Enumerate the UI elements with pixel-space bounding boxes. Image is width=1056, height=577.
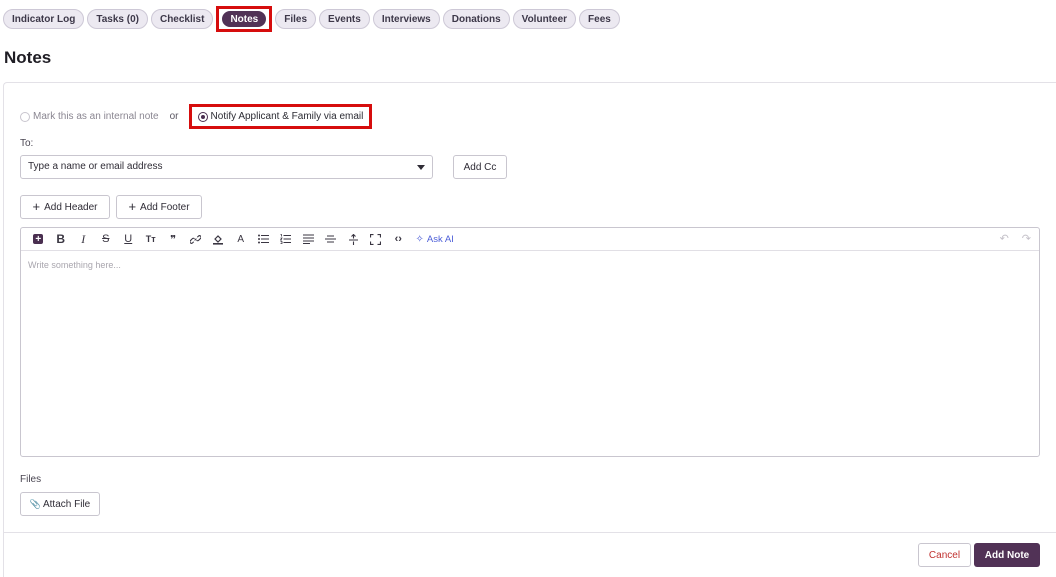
notify-email-label[interactable]: Notify Applicant & Family via email (211, 111, 364, 122)
history-controls: ↶ ↷ (1000, 232, 1031, 245)
strikethrough-icon[interactable]: S (95, 231, 118, 247)
internal-note-radio[interactable] (20, 111, 30, 122)
tab-volunteer[interactable]: Volunteer (512, 9, 577, 29)
tab-donations[interactable]: Donations (442, 9, 510, 29)
notify-email-radio[interactable] (197, 111, 208, 122)
rich-text-editor: + B I S U Tт ❞ A ‹› ✧ Ask AI ↶ ↷ Write s… (20, 227, 1040, 457)
or-separator: or (169, 111, 179, 122)
fullscreen-icon[interactable] (365, 231, 388, 247)
link-icon-svg (190, 234, 202, 244)
add-header-button[interactable]: + Add Header (20, 195, 110, 219)
numbered-list-icon-svg (280, 234, 292, 244)
tab-notes[interactable]: Notes (222, 11, 267, 27)
attach-file-label: Attach File (42, 498, 91, 510)
tab-notes-highlight: Notes (216, 6, 273, 32)
editor-toolbar: + B I S U Tт ❞ A ‹› ✧ Ask AI ↶ ↷ (21, 228, 1039, 251)
tab-files[interactable]: Files (275, 9, 317, 29)
note-type-options: Mark this as an internal note or Notify … (20, 104, 373, 129)
ask-ai-button[interactable]: ✧ Ask AI (416, 234, 454, 245)
ask-ai-label: Ask AI (426, 233, 454, 245)
tab-events[interactable]: Events (319, 9, 370, 29)
quote-icon[interactable]: ❞ (162, 231, 185, 247)
sparkle-icon: ✧ (415, 233, 424, 245)
tab-tasks[interactable]: Tasks (0) (87, 9, 148, 29)
highlight-icon[interactable] (207, 231, 230, 247)
internal-note-label[interactable]: Mark this as an internal note (33, 111, 159, 122)
cancel-button[interactable]: Cancel (918, 543, 971, 567)
attach-file-button[interactable]: 📎 Attach File (20, 492, 100, 516)
plus-icon: + (32, 199, 41, 214)
paperclip-icon: 📎 (29, 498, 41, 509)
tab-fees[interactable]: Fees (579, 9, 620, 29)
bold-icon[interactable]: B (50, 231, 73, 247)
files-label: Files (20, 474, 42, 485)
tab-indicator-log[interactable]: Indicator Log (3, 9, 85, 29)
add-header-label: Add Header (44, 201, 98, 213)
clear-format-icon[interactable] (342, 231, 365, 247)
page-title: Notes (4, 48, 52, 67)
add-note-button[interactable]: Add Note (974, 543, 1040, 567)
font-color-icon[interactable]: A (230, 231, 253, 247)
code-view-icon[interactable]: ‹› (387, 231, 410, 247)
redo-icon[interactable]: ↷ (1022, 232, 1031, 245)
bullet-list-icon-svg (257, 234, 269, 244)
add-cc-button[interactable]: Add Cc (453, 155, 507, 179)
horizontal-rule-icon-svg (325, 235, 337, 243)
italic-icon[interactable]: I (72, 231, 95, 247)
link-icon[interactable] (185, 231, 208, 247)
chevron-down-icon (417, 165, 425, 170)
tab-interviews[interactable]: Interviews (372, 9, 440, 29)
bullet-list-icon[interactable] (252, 231, 275, 247)
numbered-list-icon[interactable] (275, 231, 298, 247)
add-footer-button[interactable]: + Add Footer (116, 195, 202, 219)
undo-icon[interactable]: ↶ (1000, 232, 1009, 245)
highlight-icon-svg (213, 235, 224, 245)
notify-option-highlight: Notify Applicant & Family via email (188, 104, 373, 129)
block-insert-icon[interactable]: + (27, 231, 50, 247)
horizontal-rule-icon[interactable] (320, 231, 343, 247)
fullscreen-icon-svg (370, 233, 382, 245)
to-label: To: (20, 138, 34, 149)
record-tabs: Indicator Log Tasks (0) Checklist Notes … (3, 6, 620, 32)
align-icon[interactable] (297, 231, 320, 247)
editor-content-area[interactable]: Write something here... (21, 251, 1039, 279)
plus-icon: + (128, 199, 137, 214)
recipient-select[interactable]: Type a name or email address (20, 155, 433, 179)
editor-placeholder: Write something here... (28, 260, 121, 270)
clear-format-icon-svg (348, 233, 358, 245)
footer-divider (4, 532, 1056, 533)
add-footer-label: Add Footer (140, 201, 190, 213)
underline-icon[interactable]: U (117, 231, 140, 247)
align-icon-svg (302, 234, 314, 244)
tab-checklist[interactable]: Checklist (150, 9, 214, 29)
text-size-icon[interactable]: Tт (140, 231, 163, 247)
recipient-placeholder: Type a name or email address (28, 161, 163, 172)
